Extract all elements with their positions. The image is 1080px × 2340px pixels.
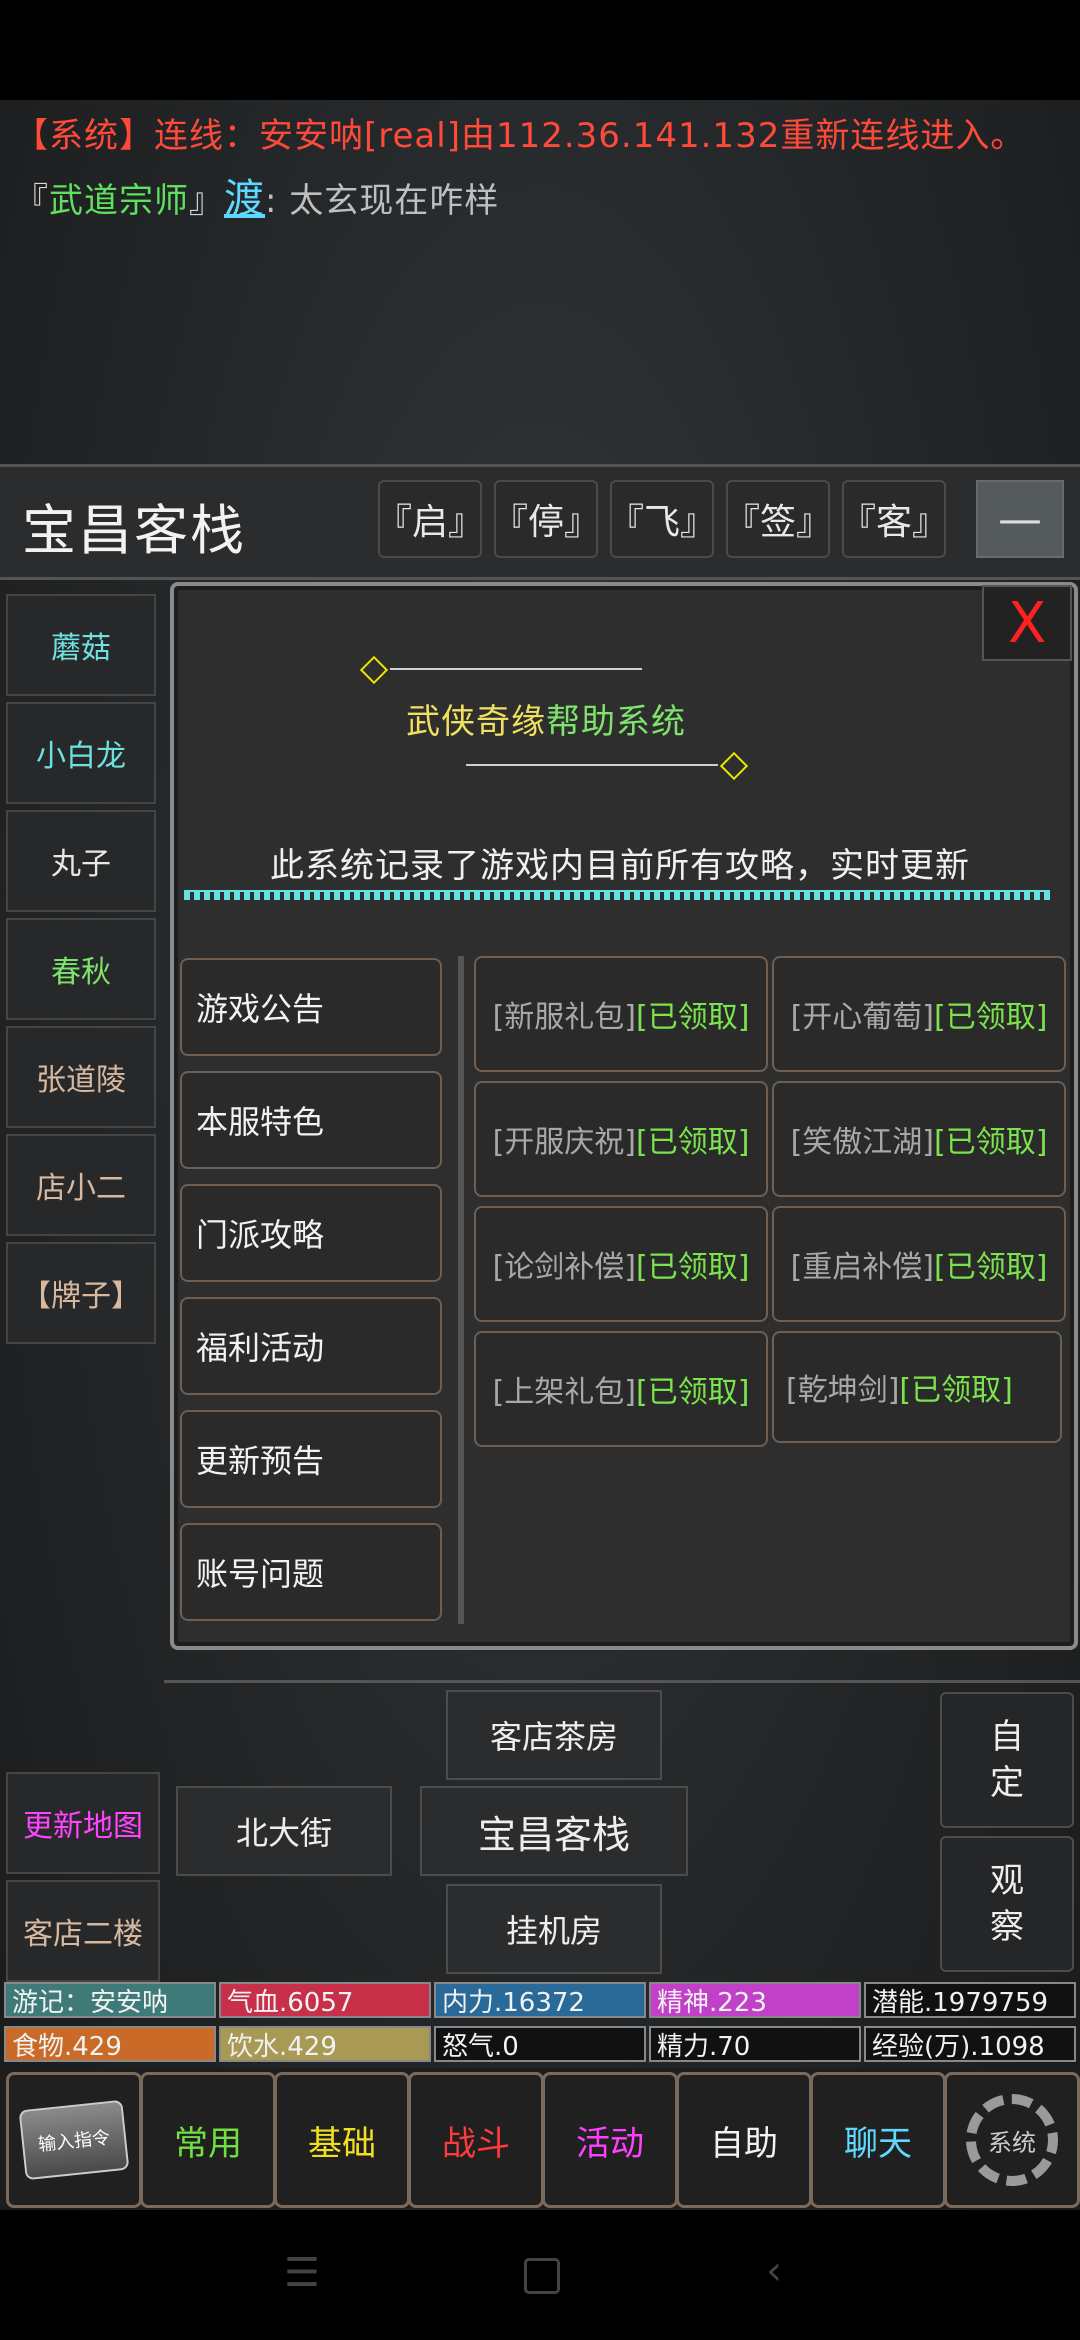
gift-item[interactable]: [新服礼包] [已领取] xyxy=(474,956,768,1072)
room-title: 宝昌客栈 xyxy=(22,499,246,562)
exit-upstairs[interactable]: 客店二楼 xyxy=(6,1880,160,1982)
stat-exp: 经验(万).1098 xyxy=(864,2026,1076,2062)
player-name-link[interactable]: 渡 xyxy=(224,176,265,222)
menu-icon[interactable]: ☰ xyxy=(284,2250,320,2296)
gift-status: [已领取] xyxy=(934,1125,1048,1160)
gift-item[interactable]: [开服庆祝] [已领取] xyxy=(474,1081,768,1197)
nav-activity[interactable]: 活动 xyxy=(542,2072,678,2208)
npc-sign[interactable]: 【牌子】 xyxy=(6,1242,156,1344)
exit-north[interactable]: 客店茶房 xyxy=(446,1690,662,1780)
gift-status: [已领取] xyxy=(636,1375,750,1410)
gift-item[interactable]: [乾坤剑] [已领取] xyxy=(772,1331,1062,1443)
gift-name: [开服庆祝] xyxy=(492,1125,636,1160)
chat-system-message: 【系统】连线：安安呐[real]由112.36.141.132重新连线进入。 xyxy=(14,116,1026,156)
npc-mogu[interactable]: 蘑菇 xyxy=(6,594,156,696)
gift-status: [已领取] xyxy=(899,1373,1013,1408)
gift-status: [已领取] xyxy=(636,1125,750,1160)
gift-name: [开心葡萄] xyxy=(790,1000,934,1035)
start-button[interactable]: 『启』 xyxy=(376,480,484,558)
stat-spirit: 精神.223 xyxy=(649,1982,861,2018)
stat-internal: 内力.16372 xyxy=(434,1982,646,2018)
help-title-main: 武侠奇缘 xyxy=(406,702,546,742)
stop-button[interactable]: 『停』 xyxy=(492,480,600,558)
system-label: 系统 xyxy=(988,2128,1036,2157)
npc-zhangdaoling[interactable]: 张道陵 xyxy=(6,1026,156,1128)
nav-self-help[interactable]: 自助 xyxy=(676,2072,812,2208)
stat-energy: 精力.70 xyxy=(649,2026,861,2062)
title-bracket-close: 』 xyxy=(189,181,224,221)
back-icon[interactable]: ‹ xyxy=(766,2248,782,2294)
gift-item[interactable]: [论剑补偿] [已领取] xyxy=(474,1206,768,1322)
stat-water: 饮水.429 xyxy=(219,2026,431,2062)
gift-name: [重启补偿] xyxy=(790,1250,934,1285)
chat-text: : 太玄现在咋样 xyxy=(265,181,500,221)
custom-button[interactable]: 自 定 xyxy=(940,1692,1074,1828)
help-title-sub: 帮助系统 xyxy=(546,702,686,742)
input-command-button[interactable]: 输入指令 xyxy=(6,2072,142,2208)
gift-name: [新服礼包] xyxy=(492,1000,636,1035)
gift-name: [上架礼包] xyxy=(492,1375,636,1410)
menu-welfare-events[interactable]: 福利活动 xyxy=(180,1297,442,1395)
nav-combat[interactable]: 战斗 xyxy=(408,2072,544,2208)
minimize-button[interactable]: — xyxy=(976,480,1064,558)
menu-server-features[interactable]: 本服特色 xyxy=(180,1071,442,1169)
stat-rage: 怒气.0 xyxy=(434,2026,646,2062)
npc-wanzi[interactable]: 丸子 xyxy=(6,810,156,912)
exit-west[interactable]: 北大街 xyxy=(176,1786,392,1876)
help-description: 此系统记录了游戏内目前所有攻略，实时更新 xyxy=(270,846,970,886)
menu-account-issues[interactable]: 账号问题 xyxy=(180,1523,442,1621)
gift-status: [已领取] xyxy=(934,1250,1048,1285)
stat-journal[interactable]: 游记：安安呐 xyxy=(4,1982,216,2018)
gift-name: [笑傲江湖] xyxy=(790,1125,934,1160)
sign-button[interactable]: 『签』 xyxy=(724,480,832,558)
system-button[interactable]: 系统 xyxy=(944,2072,1080,2208)
npc-chunqiu[interactable]: 春秋 xyxy=(6,918,156,1020)
gift-item[interactable]: [上架礼包] [已领取] xyxy=(474,1331,768,1447)
update-map-button[interactable]: 更新地图 xyxy=(6,1772,160,1874)
gift-item[interactable]: [重启补偿] [已领取] xyxy=(772,1206,1066,1322)
fly-button[interactable]: 『飞』 xyxy=(608,480,716,558)
observe-button[interactable]: 观 察 xyxy=(940,1836,1074,1972)
gift-item[interactable]: [开心葡萄] [已领取] xyxy=(772,956,1066,1072)
gift-name: [乾坤剑] xyxy=(786,1373,900,1408)
title-bracket-open: 『 xyxy=(14,181,49,221)
nav-basic[interactable]: 基础 xyxy=(274,2072,410,2208)
player-title: 武道宗师 xyxy=(49,181,189,221)
gift-status: [已领取] xyxy=(934,1000,1048,1035)
input-command-label: 输入指令 xyxy=(37,2127,112,2156)
nav-chat[interactable]: 聊天 xyxy=(810,2072,946,2208)
npc-dianxiaoer[interactable]: 店小二 xyxy=(6,1134,156,1236)
guest-button[interactable]: 『客』 xyxy=(840,480,948,558)
keyboard-icon: 输入指令 xyxy=(18,2099,130,2181)
vertical-divider xyxy=(458,956,464,1624)
wave-divider xyxy=(184,890,1050,900)
stat-potential: 潜能.1979759 xyxy=(864,1982,1076,2018)
help-title: 武侠奇缘帮助系统 xyxy=(406,694,686,743)
decor-line xyxy=(390,668,642,670)
gift-name: [论剑补偿] xyxy=(492,1250,636,1285)
nav-common[interactable]: 常用 xyxy=(140,2072,276,2208)
decor-line xyxy=(466,764,718,766)
stat-food: 食物.429 xyxy=(4,2026,216,2062)
npc-xiaobailong[interactable]: 小白龙 xyxy=(6,702,156,804)
menu-update-preview[interactable]: 更新预告 xyxy=(180,1410,442,1508)
home-icon[interactable] xyxy=(524,2258,560,2294)
menu-game-notice[interactable]: 游戏公告 xyxy=(180,958,442,1056)
menu-sect-guide[interactable]: 门派攻略 xyxy=(180,1184,442,1282)
gift-item[interactable]: [笑傲江湖] [已领取] xyxy=(772,1081,1066,1197)
status-bar xyxy=(0,0,1080,100)
stat-hp: 气血.6057 xyxy=(219,1982,431,2018)
gift-status: [已领取] xyxy=(636,1000,750,1035)
chat-player-message: 『武道宗师』渡: 太玄现在咋样 xyxy=(14,166,499,224)
exit-south[interactable]: 挂机房 xyxy=(446,1884,662,1974)
close-button[interactable]: X xyxy=(982,585,1072,661)
current-room: 宝昌客栈 xyxy=(420,1786,688,1876)
gift-status: [已领取] xyxy=(636,1250,750,1285)
gear-icon: 系统 xyxy=(966,2094,1058,2186)
